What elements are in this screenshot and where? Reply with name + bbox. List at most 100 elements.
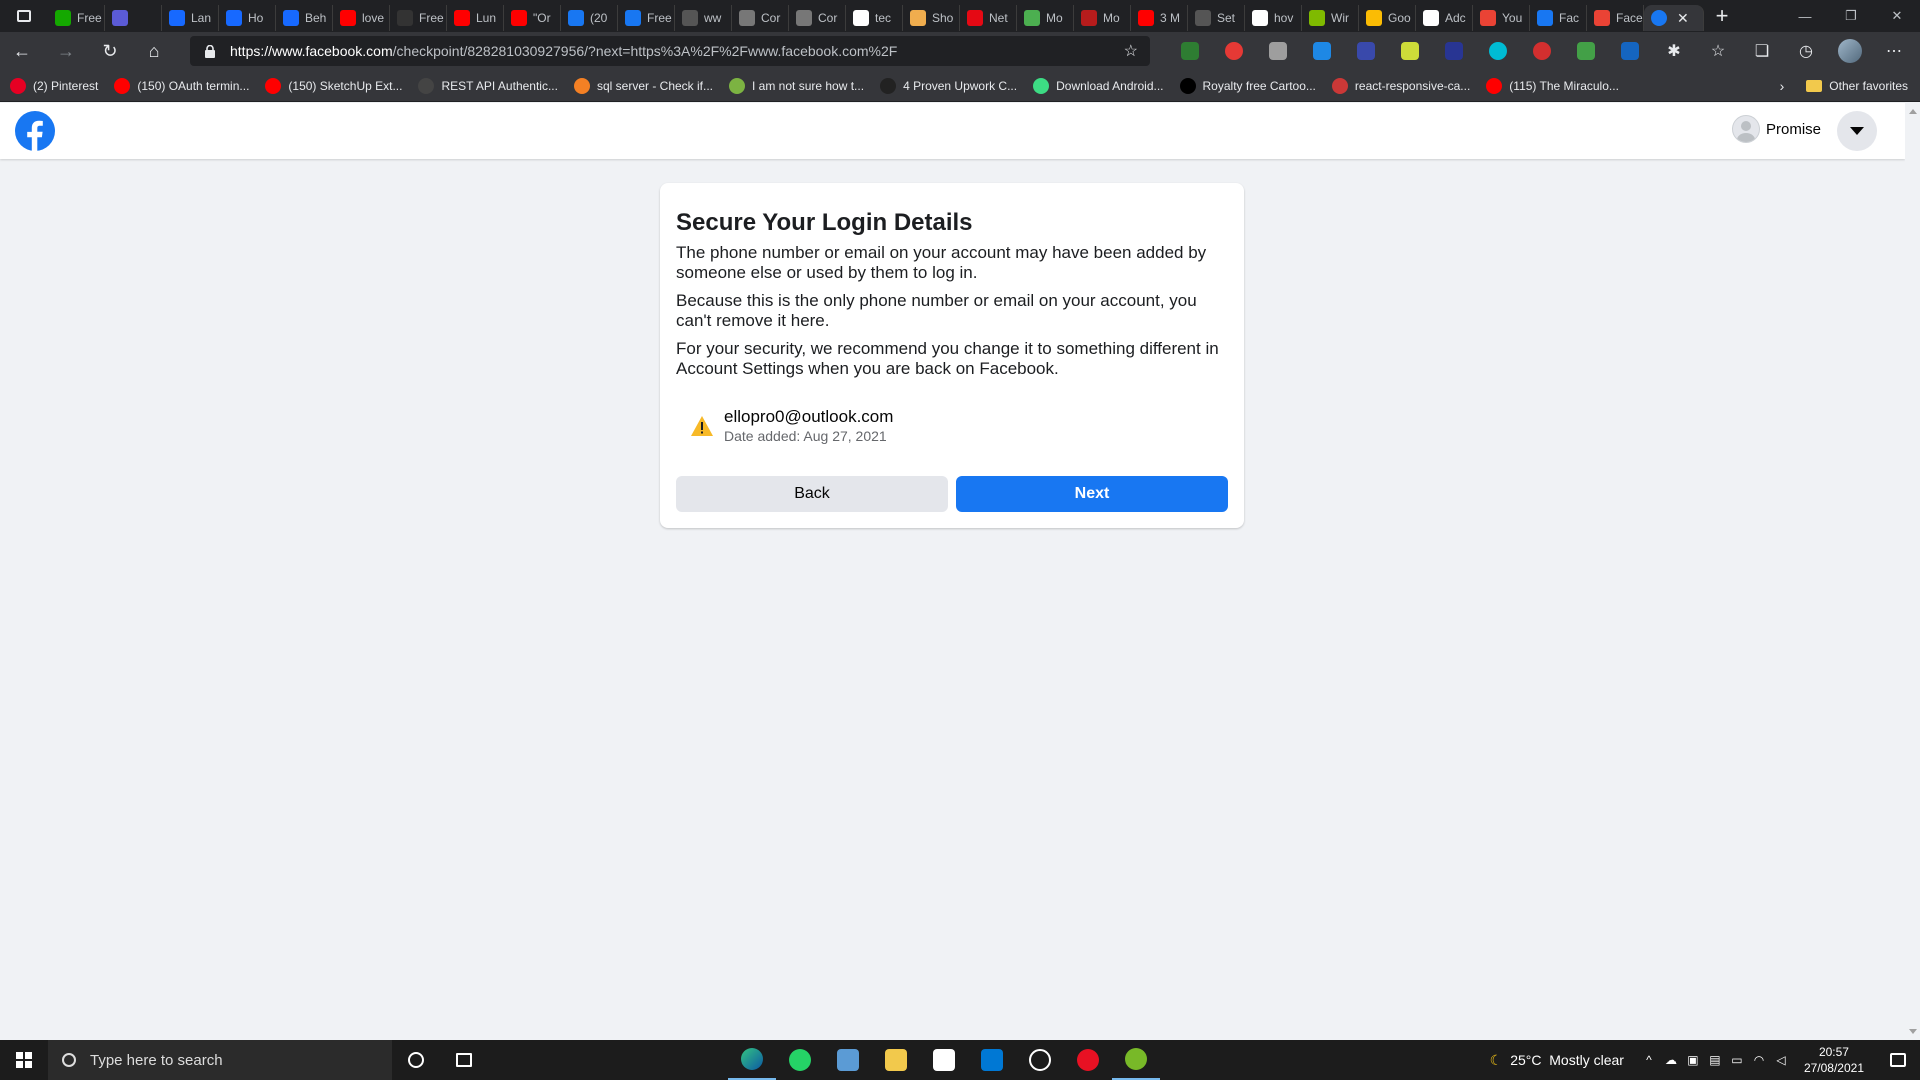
tray-app-icon[interactable]: ▣ xyxy=(1682,1053,1704,1067)
profile-link[interactable]: Promise xyxy=(1731,115,1821,143)
browser-tab[interactable]: hov xyxy=(1245,5,1302,31)
whatsapp-taskbar-icon[interactable] xyxy=(776,1040,824,1080)
address-bar[interactable]: https://www.facebook.com/checkpoint/8282… xyxy=(190,36,1150,66)
bookmark-item[interactable]: (2) Pinterest xyxy=(10,77,98,94)
browser-tab[interactable]: "Or xyxy=(504,5,561,31)
browser-tab[interactable]: Sho xyxy=(903,5,960,31)
forward-arrow-icon[interactable]: → xyxy=(44,32,88,70)
task-view-icon[interactable] xyxy=(440,1040,488,1080)
extension-f-icon[interactable] xyxy=(1608,32,1652,70)
battery-icon[interactable]: ▭ xyxy=(1726,1053,1748,1067)
bookmark-item[interactable]: I am not sure how t... xyxy=(729,77,864,94)
browser-tab[interactable]: ww xyxy=(675,5,732,31)
extension-blue-icon[interactable] xyxy=(1344,32,1388,70)
weather-text[interactable]: 25°C Mostly clear xyxy=(1510,1052,1624,1068)
bookmark-item[interactable]: Download Android... xyxy=(1033,77,1164,94)
restore-icon[interactable]: ❐ xyxy=(1828,0,1874,32)
scroll-down-icon[interactable] xyxy=(1909,1029,1917,1034)
browser-tab[interactable]: Wir xyxy=(1302,5,1359,31)
browser-tab[interactable]: Mo xyxy=(1017,5,1074,31)
extension-red-icon[interactable] xyxy=(1212,32,1256,70)
browser-tab[interactable]: Goo xyxy=(1359,5,1416,31)
browser-tab[interactable]: Net xyxy=(960,5,1017,31)
account-menu-button[interactable] xyxy=(1837,111,1877,151)
tray-chevron-icon[interactable]: ^ xyxy=(1638,1053,1660,1067)
bookmark-item[interactable]: react-responsive-ca... xyxy=(1331,77,1470,94)
other-favorites-link[interactable]: Other favorites xyxy=(1829,79,1908,93)
browser-tab[interactable]: Free xyxy=(390,5,447,31)
bookmark-item[interactable]: REST API Authentic... xyxy=(418,77,558,94)
bookmark-item[interactable]: 4 Proven Upwork C... xyxy=(880,77,1017,94)
browser-tab[interactable]: (20 xyxy=(561,5,618,31)
home-icon[interactable]: ⌂ xyxy=(132,32,176,70)
more-menu-icon[interactable]: ⋯ xyxy=(1872,32,1916,70)
clock[interactable]: 20:57 27/08/2021 xyxy=(1792,1044,1876,1076)
bookmark-item[interactable]: (150) OAuth termin... xyxy=(114,77,249,94)
mail-taskbar-icon[interactable] xyxy=(968,1040,1016,1080)
bookmark-item[interactable]: sql server - Check if... xyxy=(573,77,713,94)
collections-icon[interactable]: ❏ xyxy=(1740,32,1784,70)
react-devtools-icon[interactable] xyxy=(1476,32,1520,70)
page-scrollbar[interactable] xyxy=(1905,103,1920,1040)
browser-tab[interactable]: Ho xyxy=(219,5,276,31)
browser-tab[interactable]: Cor xyxy=(732,5,789,31)
facebook-logo-icon[interactable] xyxy=(15,111,55,151)
next-button[interactable]: Next xyxy=(956,476,1228,512)
file-explorer-icon[interactable] xyxy=(872,1040,920,1080)
close-tab-icon[interactable]: ✕ xyxy=(1677,10,1689,27)
browser-tab[interactable]: 3 M xyxy=(1131,5,1188,31)
edge-taskbar-icon[interactable] xyxy=(728,1040,776,1080)
browser-tab[interactable]: Lun xyxy=(447,5,504,31)
store-taskbar-icon[interactable] xyxy=(920,1040,968,1080)
adblock-icon[interactable] xyxy=(1520,32,1564,70)
dell-taskbar-icon[interactable] xyxy=(1016,1040,1064,1080)
minimize-icon[interactable]: — xyxy=(1782,0,1828,32)
browser-tab[interactable]: Cor xyxy=(789,5,846,31)
app-taskbar-icon[interactable] xyxy=(824,1040,872,1080)
bookmark-item[interactable]: (150) SketchUp Ext... xyxy=(265,77,402,94)
browser-tab[interactable]: Set xyxy=(1188,5,1245,31)
scroll-up-icon[interactable] xyxy=(1909,109,1917,114)
browser-tab[interactable]: tec xyxy=(846,5,903,31)
close-window-icon[interactable]: ✕ xyxy=(1874,0,1920,32)
active-browser-tab[interactable]: ✕ xyxy=(1644,5,1704,31)
bookmark-item[interactable]: (115) The Miraculo... xyxy=(1486,77,1619,94)
camera-extension-icon[interactable] xyxy=(1256,32,1300,70)
cloud-icon[interactable]: ☁ xyxy=(1660,1053,1682,1067)
bookmarks-chevron-icon[interactable]: › xyxy=(1780,78,1785,94)
browser-tab[interactable] xyxy=(105,5,162,31)
extension-green-icon[interactable] xyxy=(1168,32,1212,70)
browser-tab[interactable]: You xyxy=(1473,5,1530,31)
browser-tab[interactable]: love xyxy=(333,5,390,31)
wifi-icon[interactable]: ◠ xyxy=(1748,1053,1770,1067)
history-icon[interactable]: ◷ xyxy=(1784,32,1828,70)
browser-tab[interactable]: Lan xyxy=(162,5,219,31)
tray-app-2-icon[interactable]: ▤ xyxy=(1704,1053,1726,1067)
new-tab-button[interactable]: + xyxy=(1704,3,1740,29)
browser-tab[interactable]: Free xyxy=(618,5,675,31)
start-button[interactable] xyxy=(0,1040,48,1080)
favorites-icon[interactable]: ☆ xyxy=(1696,32,1740,70)
taskbar-search-box[interactable]: Type here to search xyxy=(48,1040,392,1080)
browser-tab[interactable]: Free xyxy=(48,5,105,31)
back-arrow-icon[interactable]: ← xyxy=(0,32,44,70)
bookmark-item[interactable]: Royalty free Cartoo... xyxy=(1179,77,1316,94)
media-player-icon[interactable] xyxy=(1064,1040,1112,1080)
extensions-puzzle-icon[interactable]: ✱ xyxy=(1652,32,1696,70)
back-button[interactable]: Back xyxy=(676,476,948,512)
browser-tab[interactable]: Adc xyxy=(1416,5,1473,31)
add-favorite-icon[interactable]: ☆ xyxy=(1124,41,1138,61)
utorrent-taskbar-icon[interactable] xyxy=(1112,1040,1160,1080)
cortana-icon[interactable] xyxy=(392,1040,440,1080)
reload-icon[interactable]: ↻ xyxy=(88,32,132,70)
extension-blue-2-icon[interactable] xyxy=(1432,32,1476,70)
extension-new-icon[interactable] xyxy=(1300,32,1344,70)
browser-tab[interactable]: Mo xyxy=(1074,5,1131,31)
browser-tab[interactable]: Beh xyxy=(276,5,333,31)
profile-avatar-icon[interactable] xyxy=(1828,32,1872,70)
browser-tab[interactable]: Fac xyxy=(1530,5,1587,31)
notifications-icon[interactable] xyxy=(1876,1040,1920,1080)
browser-tab[interactable]: Face xyxy=(1587,5,1644,31)
volume-icon[interactable]: ◁ xyxy=(1770,1053,1792,1067)
download-extension-icon[interactable] xyxy=(1564,32,1608,70)
